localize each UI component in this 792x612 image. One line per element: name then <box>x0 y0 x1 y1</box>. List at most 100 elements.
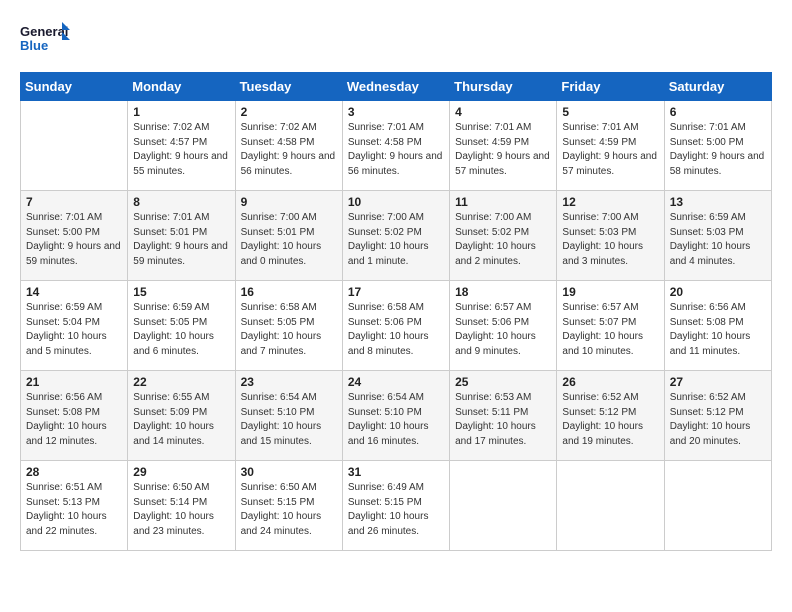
cell-info: Sunrise: 6:59 AMSunset: 5:04 PMDaylight:… <box>26 301 122 359</box>
calendar-cell: 29 Sunrise: 6:50 AMSunset: 5:14 PMDayligh… <box>128 461 235 551</box>
cell-info: Sunrise: 6:58 AMSunset: 5:06 PMDaylight:… <box>348 301 444 359</box>
day-number: 15 <box>133 285 229 299</box>
calendar-cell: 1 Sunrise: 7:02 AMSunset: 4:57 PMDaylight… <box>128 101 235 191</box>
cell-info: Sunrise: 6:57 AMSunset: 5:07 PMDaylight:… <box>562 301 658 359</box>
calendar-cell: 8 Sunrise: 7:01 AMSunset: 5:01 PMDaylight… <box>128 191 235 281</box>
day-number: 18 <box>455 285 551 299</box>
cell-info: Sunrise: 6:59 AMSunset: 5:05 PMDaylight:… <box>133 301 229 359</box>
calendar-week-row: 21 Sunrise: 6:56 AMSunset: 5:08 PMDayligh… <box>21 371 772 461</box>
calendar-week-row: 28 Sunrise: 6:51 AMSunset: 5:13 PMDayligh… <box>21 461 772 551</box>
calendar-cell: 5 Sunrise: 7:01 AMSunset: 4:59 PMDaylight… <box>557 101 664 191</box>
calendar-cell: 2 Sunrise: 7:02 AMSunset: 4:58 PMDaylight… <box>235 101 342 191</box>
day-number: 12 <box>562 195 658 209</box>
cell-info: Sunrise: 7:00 AMSunset: 5:03 PMDaylight:… <box>562 211 658 269</box>
calendar-cell: 27 Sunrise: 6:52 AMSunset: 5:12 PMDayligh… <box>664 371 771 461</box>
day-number: 1 <box>133 105 229 119</box>
calendar-cell: 22 Sunrise: 6:55 AMSunset: 5:09 PMDayligh… <box>128 371 235 461</box>
day-number: 29 <box>133 465 229 479</box>
day-number: 10 <box>348 195 444 209</box>
svg-text:Blue: Blue <box>20 38 48 53</box>
day-number: 14 <box>26 285 122 299</box>
day-number: 22 <box>133 375 229 389</box>
page-header: General Blue <box>20 20 772 62</box>
day-number: 17 <box>348 285 444 299</box>
calendar-table: SundayMondayTuesdayWednesdayThursdayFrid… <box>20 72 772 551</box>
calendar-cell: 14 Sunrise: 6:59 AMSunset: 5:04 PMDayligh… <box>21 281 128 371</box>
cell-info: Sunrise: 7:01 AMSunset: 4:58 PMDaylight:… <box>348 121 444 179</box>
calendar-cell: 13 Sunrise: 6:59 AMSunset: 5:03 PMDayligh… <box>664 191 771 281</box>
calendar-cell: 30 Sunrise: 6:50 AMSunset: 5:15 PMDayligh… <box>235 461 342 551</box>
weekday-header: Wednesday <box>342 73 449 101</box>
cell-info: Sunrise: 6:53 AMSunset: 5:11 PMDaylight:… <box>455 391 551 449</box>
logo-svg: General Blue <box>20 20 70 62</box>
day-number: 28 <box>26 465 122 479</box>
day-number: 8 <box>133 195 229 209</box>
cell-info: Sunrise: 7:02 AMSunset: 4:58 PMDaylight:… <box>241 121 337 179</box>
cell-info: Sunrise: 7:01 AMSunset: 5:01 PMDaylight:… <box>133 211 229 269</box>
cell-info: Sunrise: 6:59 AMSunset: 5:03 PMDaylight:… <box>670 211 766 269</box>
calendar-cell: 7Sunrise: 7:01 AMSunset: 5:00 PMDaylight… <box>21 191 128 281</box>
calendar-cell <box>557 461 664 551</box>
day-number: 26 <box>562 375 658 389</box>
calendar-cell <box>450 461 557 551</box>
weekday-header: Thursday <box>450 73 557 101</box>
day-number: 11 <box>455 195 551 209</box>
cell-info: Sunrise: 6:55 AMSunset: 5:09 PMDaylight:… <box>133 391 229 449</box>
cell-info: Sunrise: 7:01 AMSunset: 5:00 PMDaylight:… <box>26 211 122 269</box>
calendar-cell: 6Sunrise: 7:01 AMSunset: 5:00 PMDaylight… <box>664 101 771 191</box>
calendar-week-row: 14 Sunrise: 6:59 AMSunset: 5:04 PMDayligh… <box>21 281 772 371</box>
weekday-header: Tuesday <box>235 73 342 101</box>
calendar-cell: 18Sunrise: 6:57 AMSunset: 5:06 PMDayligh… <box>450 281 557 371</box>
cell-info: Sunrise: 6:50 AMSunset: 5:15 PMDaylight:… <box>241 481 337 539</box>
weekday-header: Friday <box>557 73 664 101</box>
cell-info: Sunrise: 6:58 AMSunset: 5:05 PMDaylight:… <box>241 301 337 359</box>
weekday-header: Saturday <box>664 73 771 101</box>
cell-info: Sunrise: 6:56 AMSunset: 5:08 PMDaylight:… <box>26 391 122 449</box>
day-number: 16 <box>241 285 337 299</box>
calendar-cell: 9 Sunrise: 7:00 AMSunset: 5:01 PMDaylight… <box>235 191 342 281</box>
cell-info: Sunrise: 7:01 AMSunset: 4:59 PMDaylight:… <box>562 121 658 179</box>
calendar-cell: 21 Sunrise: 6:56 AMSunset: 5:08 PMDayligh… <box>21 371 128 461</box>
calendar-cell: 12 Sunrise: 7:00 AMSunset: 5:03 PMDayligh… <box>557 191 664 281</box>
cell-info: Sunrise: 6:50 AMSunset: 5:14 PMDaylight:… <box>133 481 229 539</box>
calendar-cell: 4 Sunrise: 7:01 AMSunset: 4:59 PMDaylight… <box>450 101 557 191</box>
calendar-cell: 23 Sunrise: 6:54 AMSunset: 5:10 PMDayligh… <box>235 371 342 461</box>
calendar-cell: 16 Sunrise: 6:58 AMSunset: 5:05 PMDayligh… <box>235 281 342 371</box>
day-number: 4 <box>455 105 551 119</box>
day-number: 5 <box>562 105 658 119</box>
day-number: 23 <box>241 375 337 389</box>
calendar-cell: 24Sunrise: 6:54 AMSunset: 5:10 PMDayligh… <box>342 371 449 461</box>
svg-text:General: General <box>20 24 68 39</box>
day-number: 13 <box>670 195 766 209</box>
calendar-cell: 20Sunrise: 6:56 AMSunset: 5:08 PMDayligh… <box>664 281 771 371</box>
cell-info: Sunrise: 7:01 AMSunset: 4:59 PMDaylight:… <box>455 121 551 179</box>
weekday-header-row: SundayMondayTuesdayWednesdayThursdayFrid… <box>21 73 772 101</box>
cell-info: Sunrise: 7:00 AMSunset: 5:02 PMDaylight:… <box>455 211 551 269</box>
day-number: 30 <box>241 465 337 479</box>
cell-info: Sunrise: 7:02 AMSunset: 4:57 PMDaylight:… <box>133 121 229 179</box>
day-number: 25 <box>455 375 551 389</box>
cell-info: Sunrise: 7:00 AMSunset: 5:01 PMDaylight:… <box>241 211 337 269</box>
calendar-cell: 15 Sunrise: 6:59 AMSunset: 5:05 PMDayligh… <box>128 281 235 371</box>
weekday-header: Sunday <box>21 73 128 101</box>
cell-info: Sunrise: 6:52 AMSunset: 5:12 PMDaylight:… <box>670 391 766 449</box>
cell-info: Sunrise: 6:52 AMSunset: 5:12 PMDaylight:… <box>562 391 658 449</box>
day-number: 9 <box>241 195 337 209</box>
calendar-cell: 25 Sunrise: 6:53 AMSunset: 5:11 PMDayligh… <box>450 371 557 461</box>
calendar-cell: 3Sunrise: 7:01 AMSunset: 4:58 PMDaylight… <box>342 101 449 191</box>
day-number: 27 <box>670 375 766 389</box>
calendar-cell <box>664 461 771 551</box>
cell-info: Sunrise: 7:01 AMSunset: 5:00 PMDaylight:… <box>670 121 766 179</box>
day-number: 24 <box>348 375 444 389</box>
cell-info: Sunrise: 6:56 AMSunset: 5:08 PMDaylight:… <box>670 301 766 359</box>
calendar-cell <box>21 101 128 191</box>
day-number: 2 <box>241 105 337 119</box>
cell-info: Sunrise: 6:51 AMSunset: 5:13 PMDaylight:… <box>26 481 122 539</box>
weekday-header: Monday <box>128 73 235 101</box>
cell-info: Sunrise: 7:00 AMSunset: 5:02 PMDaylight:… <box>348 211 444 269</box>
cell-info: Sunrise: 6:54 AMSunset: 5:10 PMDaylight:… <box>241 391 337 449</box>
day-number: 21 <box>26 375 122 389</box>
calendar-week-row: 1 Sunrise: 7:02 AMSunset: 4:57 PMDaylight… <box>21 101 772 191</box>
calendar-cell: 10 Sunrise: 7:00 AMSunset: 5:02 PMDayligh… <box>342 191 449 281</box>
calendar-cell: 19Sunrise: 6:57 AMSunset: 5:07 PMDayligh… <box>557 281 664 371</box>
